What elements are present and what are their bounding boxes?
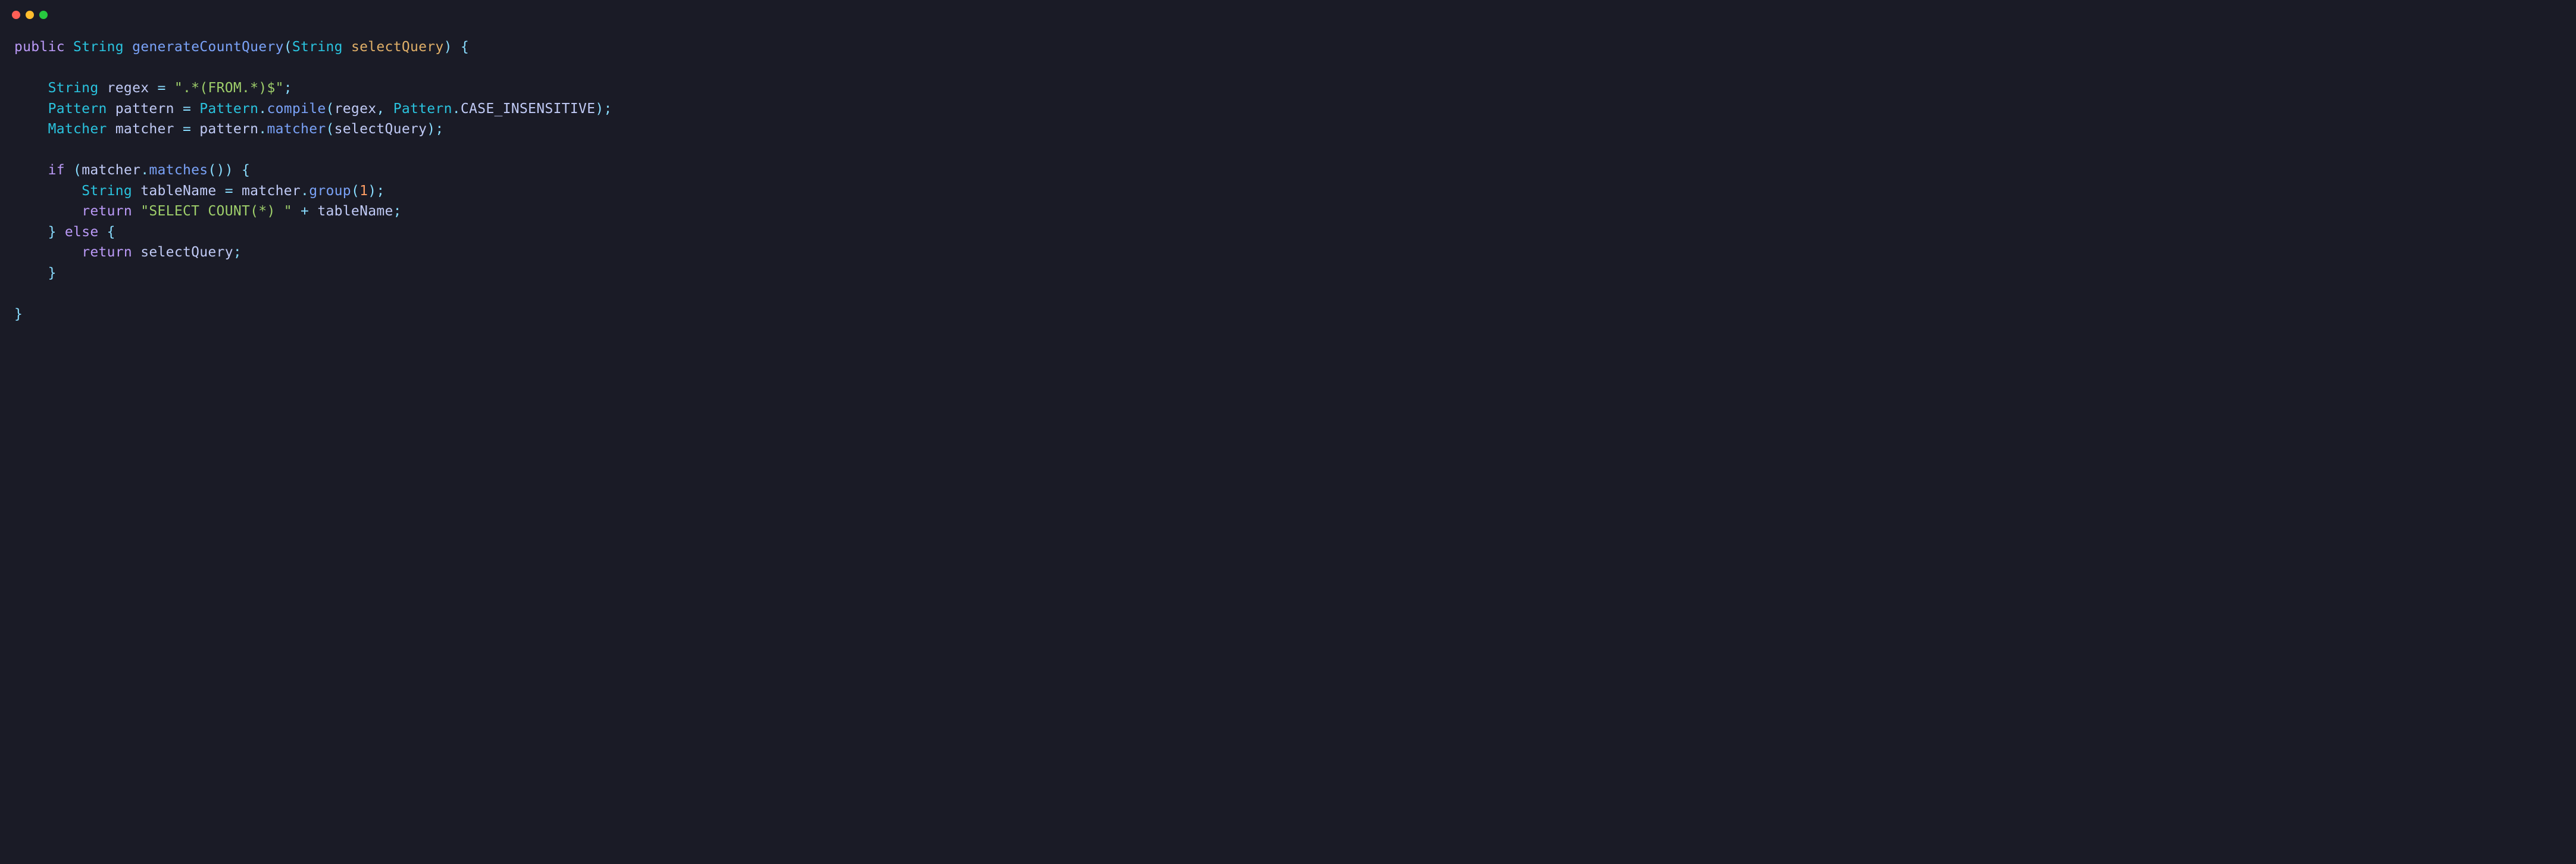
code-editor[interactable]: public String generateCountQuery( String …	[0, 30, 2576, 342]
number-literal: 1	[359, 183, 368, 199]
brace: }	[48, 265, 57, 281]
variable: pattern	[115, 101, 174, 117]
string-literal: ".*(FROM.*)$"	[174, 80, 284, 96]
method-call: matches	[149, 162, 208, 178]
code-line: } else {	[14, 224, 115, 240]
paren: )	[444, 39, 452, 55]
variable: regex	[107, 80, 149, 96]
code-line: Matcher matcher = pattern.matcher(select…	[14, 121, 444, 137]
operator: +	[292, 204, 317, 219]
code-line: String regex = ".*(FROM.*)$";	[14, 80, 292, 96]
minimize-button[interactable]	[26, 11, 34, 19]
operator: =	[149, 80, 174, 96]
type: Matcher	[48, 121, 107, 137]
code-line: public String generateCountQuery(String …	[14, 39, 469, 55]
param-name: selectQuery	[351, 39, 444, 55]
semicolon: ;	[284, 80, 292, 96]
code-line: Pattern pattern = Pattern.compile(regex,…	[14, 101, 612, 117]
code-line: return "SELECT COUNT(*) " + tableName;	[14, 204, 402, 219]
arg: regex	[334, 101, 377, 117]
variable: selectQuery	[140, 245, 233, 260]
keyword-public: public	[14, 39, 65, 55]
method-name: generateCountQuery	[132, 39, 284, 55]
maximize-button[interactable]	[39, 11, 48, 19]
object: matcher	[82, 162, 140, 178]
close-button[interactable]	[12, 11, 20, 19]
variable: tableName	[140, 183, 216, 199]
code-line: if (matcher.matches()) {	[14, 162, 250, 178]
method-call: matcher	[267, 121, 326, 137]
keyword-if: if	[48, 162, 65, 178]
class-ref: Pattern	[393, 101, 452, 117]
class-ref: Pattern	[199, 101, 258, 117]
brace: {	[452, 39, 469, 55]
operator: =	[174, 101, 199, 117]
editor-window: public String generateCountQuery( String …	[0, 0, 2576, 864]
object: matcher	[242, 183, 301, 199]
string-literal: "SELECT COUNT(*) "	[140, 204, 292, 219]
window-titlebar	[0, 0, 2576, 30]
constant: CASE_INSENSITIVE	[461, 101, 595, 117]
method-call: compile	[267, 101, 326, 117]
code-line: return selectQuery;	[14, 245, 242, 260]
keyword-return: return	[82, 204, 132, 219]
variable: matcher	[115, 121, 174, 137]
code-line: String tableName = matcher.group(1);	[14, 183, 385, 199]
param-type: String	[292, 39, 343, 55]
arg: selectQuery	[334, 121, 427, 137]
type: Pattern	[48, 101, 107, 117]
brace: }	[14, 306, 23, 322]
type-string: String	[73, 39, 124, 55]
type: String	[48, 80, 99, 96]
keyword-return: return	[82, 245, 132, 260]
keyword-else: else	[65, 224, 99, 240]
type: String	[82, 183, 132, 199]
object: pattern	[199, 121, 258, 137]
variable: tableName	[317, 204, 393, 219]
code-line: }	[14, 306, 23, 322]
code-line: }	[14, 265, 57, 281]
brace: {	[99, 224, 115, 240]
paren: (	[284, 39, 292, 55]
method-call: group	[309, 183, 351, 199]
brace: }	[48, 224, 57, 240]
